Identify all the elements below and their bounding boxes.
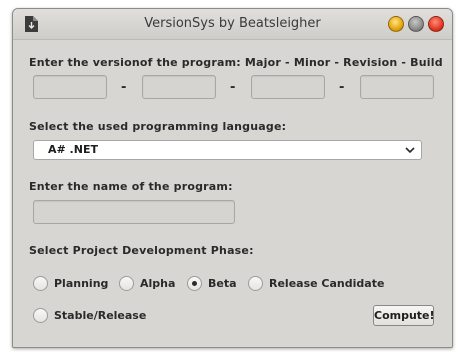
compute-button[interactable]: Compute! xyxy=(373,305,435,326)
version-separator: - xyxy=(230,80,236,95)
close-button[interactable] xyxy=(428,16,444,32)
phase-option-planning[interactable]: Planning xyxy=(33,276,108,291)
radio-label: Release Candidate xyxy=(269,277,385,290)
minor-version-input[interactable] xyxy=(142,75,216,99)
build-version-input[interactable] xyxy=(360,75,434,99)
minimize-button[interactable] xyxy=(388,16,404,32)
radio-label: Planning xyxy=(54,277,109,290)
title-bar[interactable]: VersionSys by Beatsleigher xyxy=(13,9,452,40)
radio-button[interactable] xyxy=(33,308,48,323)
language-dropdown[interactable]: A# .NET xyxy=(33,140,422,160)
radio-label: Stable/Release xyxy=(54,309,147,322)
app-window: VersionSys by Beatsleigher Enter the ver… xyxy=(12,8,453,348)
language-selected-value: A# .NET xyxy=(48,143,98,156)
radio-label: Alpha xyxy=(140,277,176,290)
phase-option-alpha[interactable]: Alpha xyxy=(119,276,175,291)
window-title: VersionSys by Beatsleigher xyxy=(144,16,321,31)
major-version-input[interactable] xyxy=(33,75,107,99)
radio-button[interactable] xyxy=(248,276,263,291)
phase-option-stable-release[interactable]: Stable/Release xyxy=(33,308,146,323)
radio-button[interactable] xyxy=(33,276,48,291)
phase-label: Select Project Development Phase: xyxy=(29,244,254,257)
version-separator: - xyxy=(339,80,345,95)
radio-button[interactable] xyxy=(119,276,134,291)
program-name-label: Enter the name of the program: xyxy=(29,180,233,193)
phase-option-release-candidate[interactable]: Release Candidate xyxy=(248,276,384,291)
program-name-input[interactable] xyxy=(33,200,235,224)
chevron-down-icon xyxy=(405,147,415,154)
revision-version-input[interactable] xyxy=(251,75,325,99)
version-separator: - xyxy=(121,80,127,95)
phase-option-beta[interactable]: Beta xyxy=(187,276,237,291)
radio-label: Beta xyxy=(208,277,237,290)
version-label: Enter the versionof the program: Major -… xyxy=(29,56,443,69)
language-label: Select the used programming language: xyxy=(29,120,287,133)
maximize-button[interactable] xyxy=(408,16,424,32)
radio-button-selected[interactable] xyxy=(187,276,202,291)
